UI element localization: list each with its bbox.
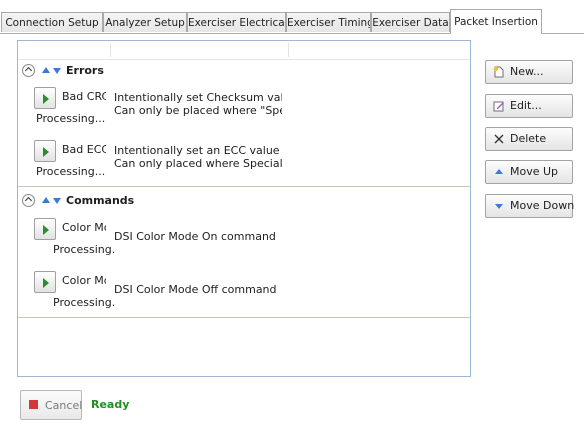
- move-down-button-label: Move Down: [510, 199, 575, 212]
- status-text: Ready: [91, 398, 130, 411]
- play-icon[interactable]: [34, 140, 56, 162]
- delete-button[interactable]: Delete: [485, 127, 573, 151]
- play-icon[interactable]: [34, 218, 56, 240]
- cancel-button-label: Cancel: [45, 399, 83, 412]
- list-item[interactable]: Bad ECC Processing... Intentionally set …: [18, 140, 470, 184]
- group-title: Errors: [66, 64, 104, 77]
- move-group-up-icon[interactable]: [42, 67, 50, 73]
- item-status: Processing.: [53, 296, 116, 309]
- column-divider: [288, 43, 289, 57]
- item-description: Can only placed where Special Inser: [114, 158, 282, 170]
- group-header-commands[interactable]: Commands: [18, 191, 470, 213]
- tab-analyzer-setup[interactable]: Analyzer Setup: [103, 12, 187, 32]
- column-divider: [110, 43, 111, 57]
- stop-icon: [29, 400, 38, 409]
- list-item[interactable]: Color Mc Processing. DSI Color Mode On c…: [18, 218, 470, 262]
- move-group-down-icon[interactable]: [53, 198, 61, 204]
- tab-bar: Connection Setup Analyzer Setup Exercise…: [0, 0, 584, 34]
- list-column-header: [18, 41, 470, 60]
- item-status: Processing...: [36, 165, 106, 178]
- item-name: Bad CRC: [62, 90, 106, 103]
- group-title: Commands: [66, 194, 135, 207]
- item-description: Intentionally set Checksum value to: [114, 92, 282, 104]
- item-description: Can only be placed where "Special": [114, 105, 282, 117]
- edit-button[interactable]: Edit...: [485, 94, 573, 118]
- list-item[interactable]: Bad CRC Processing... Intentionally set …: [18, 87, 470, 131]
- new-button-label: New...: [510, 65, 544, 78]
- group-separator: [18, 317, 470, 318]
- collapse-icon[interactable]: [22, 194, 35, 207]
- tab-exerciser-data[interactable]: Exerciser Data: [371, 12, 450, 32]
- tab-connection-setup[interactable]: Connection Setup: [1, 12, 103, 32]
- item-name: Color Mc: [62, 274, 106, 287]
- cancel-button[interactable]: Cancel: [20, 390, 82, 420]
- close-icon: [494, 134, 504, 144]
- move-up-button-label: Move Up: [510, 165, 559, 178]
- collapse-icon[interactable]: [22, 64, 35, 77]
- arrow-up-icon: [495, 169, 503, 174]
- arrow-down-icon: [495, 204, 503, 209]
- new-document-icon: [493, 66, 504, 78]
- move-group-down-icon[interactable]: [53, 68, 61, 74]
- item-status: Processing...: [36, 112, 106, 125]
- group-header-errors[interactable]: Errors: [18, 61, 470, 83]
- play-icon[interactable]: [34, 271, 56, 293]
- item-description: DSI Color Mode On command: [114, 231, 276, 243]
- packet-list[interactable]: Errors Bad CRC Processing... Intentional…: [17, 40, 471, 377]
- move-down-button[interactable]: Move Down: [485, 194, 575, 218]
- edit-icon: [493, 101, 504, 112]
- play-icon[interactable]: [34, 87, 56, 109]
- tab-exerciser-electrical[interactable]: Exerciser Electrical: [187, 12, 286, 32]
- item-description: Intentionally set an ECC value of 11!: [114, 145, 282, 157]
- delete-button-label: Delete: [510, 132, 547, 145]
- new-button[interactable]: New...: [485, 60, 573, 84]
- item-status: Processing.: [53, 243, 116, 256]
- edit-button-label: Edit...: [510, 99, 542, 112]
- item-name: Bad ECC: [62, 143, 106, 156]
- tab-packet-insertion[interactable]: Packet Insertion: [450, 9, 542, 34]
- group-separator: [18, 186, 470, 187]
- tab-exerciser-timing[interactable]: Exerciser Timing: [286, 12, 371, 32]
- item-name: Color Mc: [62, 221, 106, 234]
- list-item[interactable]: Color Mc Processing. DSI Color Mode Off …: [18, 271, 470, 315]
- item-description: DSI Color Mode Off command: [114, 284, 277, 296]
- move-group-up-icon[interactable]: [42, 197, 50, 203]
- move-up-button[interactable]: Move Up: [485, 160, 573, 184]
